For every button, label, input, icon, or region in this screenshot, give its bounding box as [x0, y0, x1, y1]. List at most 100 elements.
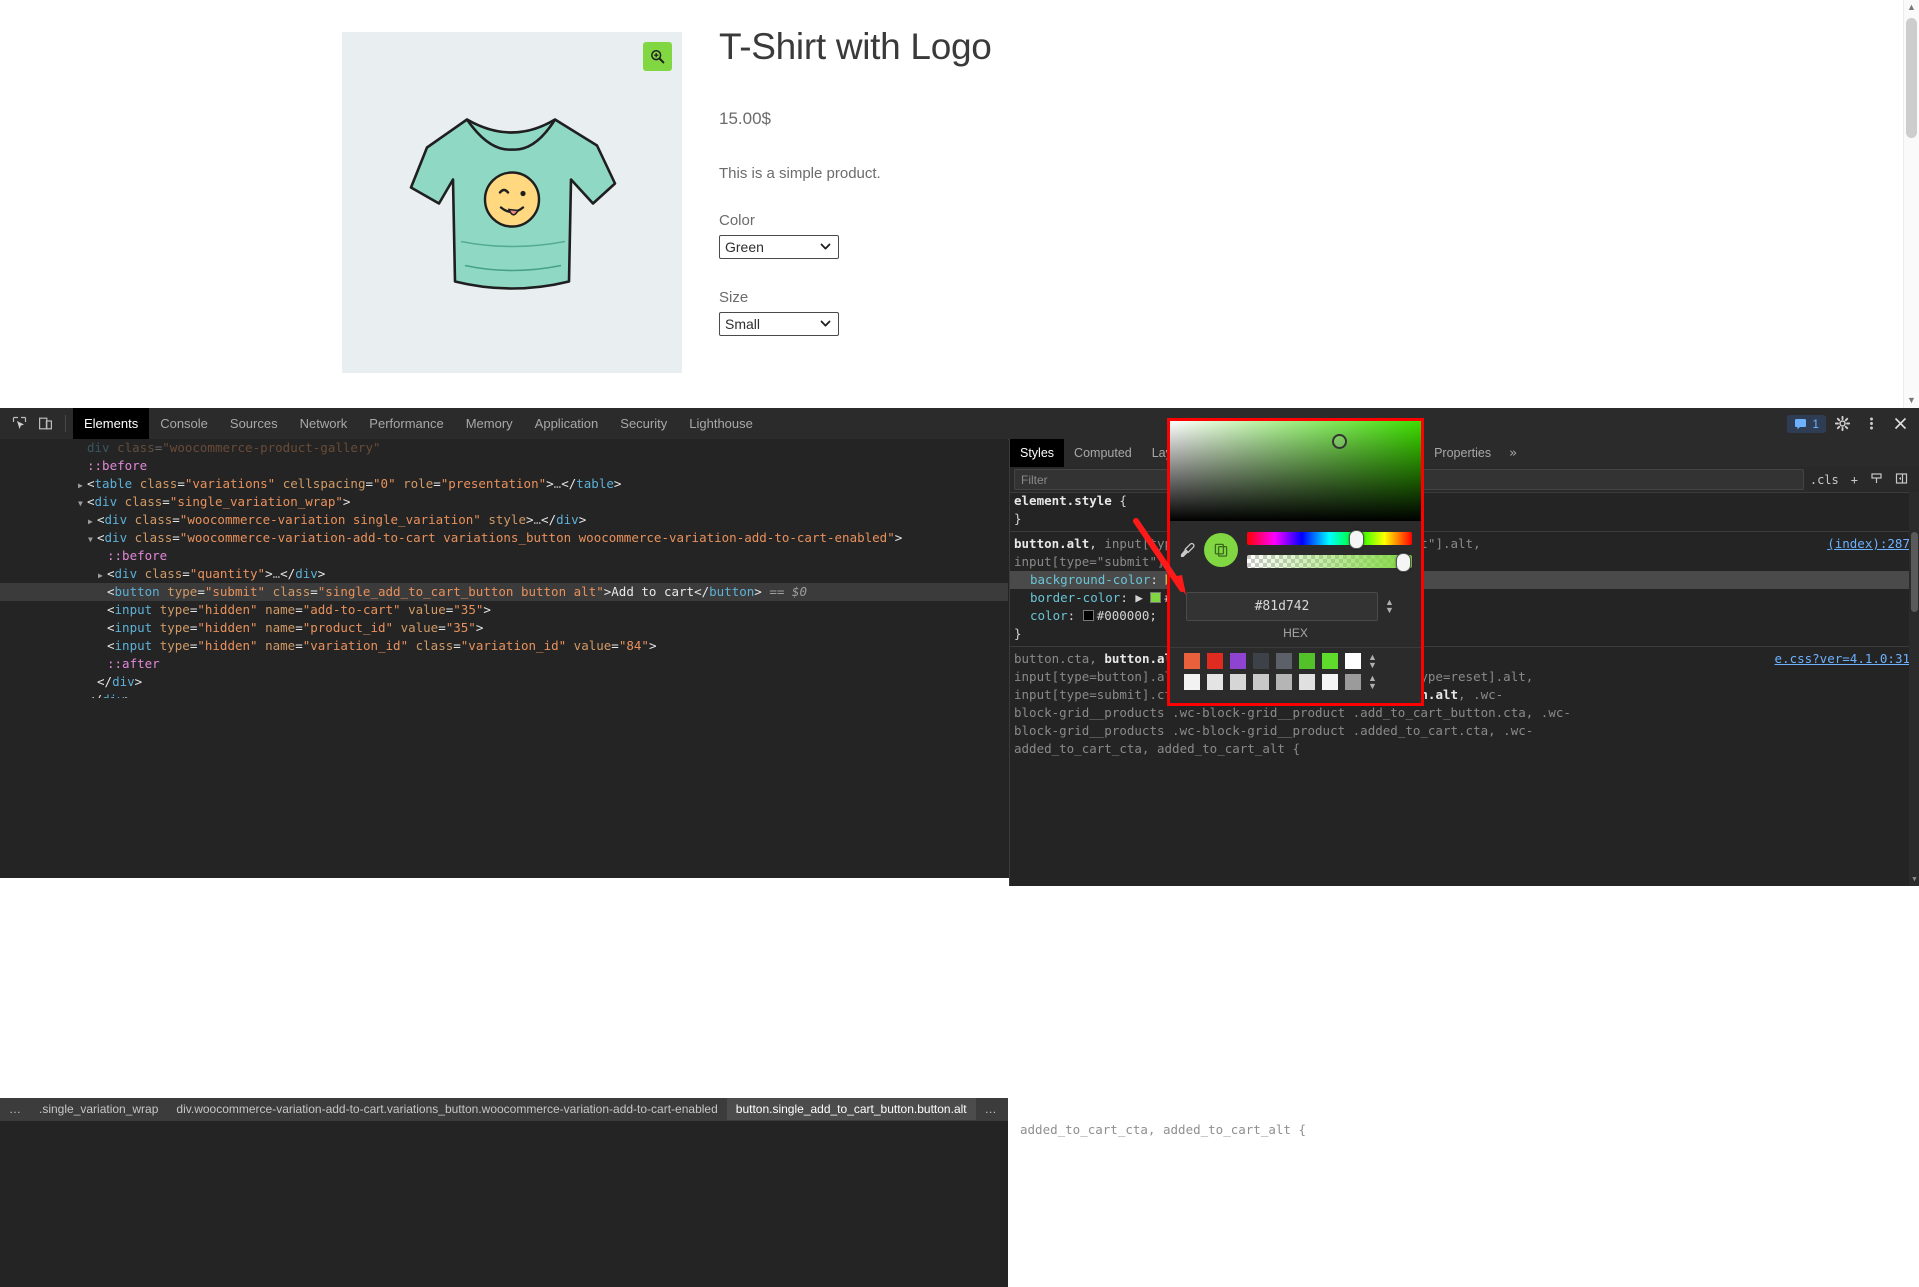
css-declaration[interactable]: background-color: #81d742;: [1010, 571, 1919, 589]
toggle-class-button[interactable]: .cls: [1804, 473, 1845, 487]
color-swatch[interactable]: [1150, 592, 1162, 603]
dom-node-row[interactable]: ::before: [0, 547, 1008, 565]
css-declaration[interactable]: input[type=button].alt, input[type=reset…: [1010, 668, 1919, 686]
palette-swatch[interactable]: [1276, 653, 1292, 669]
color-select[interactable]: Green: [719, 234, 839, 259]
styles-rules-list[interactable]: element.style {} (index):287 button.alt, i…: [1010, 492, 1919, 886]
dom-node-row[interactable]: ::after: [0, 655, 1008, 673]
toggle-device-toolbar-button[interactable]: [32, 411, 58, 437]
close-devtools-button[interactable]: [1887, 411, 1913, 437]
dom-node-row[interactable]: <input type="hidden" name="add-to-cart" …: [0, 601, 1008, 619]
tab-lighthouse[interactable]: Lighthouse: [678, 408, 764, 439]
settings-button[interactable]: [1829, 411, 1855, 437]
color-preview-swatch[interactable]: [1204, 533, 1238, 567]
eyedropper-button[interactable]: [1170, 542, 1204, 559]
inspect-element-button[interactable]: [6, 411, 32, 437]
styles-scrollbar[interactable]: [1909, 492, 1919, 886]
palette-swatch[interactable]: [1184, 653, 1200, 669]
css-declaration[interactable]: e.css?ver=4.1.0:31 button.cta, button.alt…: [1010, 650, 1919, 668]
dom-node-row[interactable]: </div>: [0, 691, 1008, 698]
palette-swatch[interactable]: [1253, 653, 1269, 669]
dom-node-row[interactable]: <input type="hidden" name="variation_id"…: [0, 637, 1008, 655]
size-select[interactable]: Small: [719, 311, 839, 336]
dom-node-row[interactable]: div class="woocommerce-product-gallery": [0, 439, 1008, 457]
dom-node-row[interactable]: <button type="submit" class="single_add_…: [0, 583, 1008, 601]
hex-input[interactable]: #81d742: [1186, 591, 1378, 621]
dom-node-row[interactable]: ▼ <div class="single_variation_wrap">: [0, 493, 1008, 511]
styles-tab-styles[interactable]: Styles: [1010, 439, 1065, 467]
dom-node-row[interactable]: ▶ <div class="woocommerce-variation singl…: [0, 511, 1008, 529]
palette-swatch[interactable]: [1207, 653, 1223, 669]
styles-tab-properties[interactable]: Properties: [1424, 439, 1501, 467]
breadcrumb-item[interactable]: button.single_add_to_cart_button.button.…: [726, 1098, 976, 1120]
page-scrollbar[interactable]: ▲ ▼: [1903, 0, 1919, 408]
palette-swatch[interactable]: [1184, 674, 1200, 690]
tab-sources[interactable]: Sources: [219, 408, 289, 439]
tab-network[interactable]: Network: [289, 408, 359, 439]
css-declaration[interactable]: color: #000000;: [1010, 607, 1919, 625]
palette-swatch[interactable]: [1207, 674, 1223, 690]
palette-swatch[interactable]: [1299, 674, 1315, 690]
hue-slider[interactable]: [1247, 530, 1412, 549]
palette-swatch[interactable]: [1299, 653, 1315, 669]
dom-node-row[interactable]: ▼ <div class="woocommerce-variation-add-t…: [0, 529, 1008, 547]
css-declaration[interactable]: added_to_cart_cta, added_to_cart_alt {: [1010, 740, 1919, 758]
palette-swatch[interactable]: [1322, 653, 1338, 669]
breadcrumb-item[interactable]: div.woocommerce-variation-add-to-cart.va…: [167, 1098, 726, 1120]
alpha-slider[interactable]: [1247, 553, 1412, 572]
expand-triangle-icon[interactable]: ▼: [88, 531, 97, 549]
zoom-image-button[interactable]: [643, 42, 672, 71]
palette-swatch[interactable]: [1230, 653, 1246, 669]
css-declaration[interactable]: }: [1010, 625, 1919, 643]
dom-tree[interactable]: div class="woocommerce-product-gallery":…: [0, 439, 1008, 698]
palette-swatch[interactable]: [1322, 674, 1338, 690]
saturation-value-field[interactable]: [1170, 421, 1421, 521]
alpha-slider-knob[interactable]: [1395, 553, 1411, 572]
dom-node-row[interactable]: ::before: [0, 457, 1008, 475]
dom-node-row[interactable]: ▶ <table class="variations" cellspacing="…: [0, 475, 1008, 493]
chevron-double-right-icon[interactable]: »: [1501, 446, 1525, 461]
page-scrollbar-thumb[interactable]: [1906, 18, 1917, 138]
palette-swatch[interactable]: [1230, 674, 1246, 690]
breadcrumb[interactable]: … .single_variation_wrap div.woocommerce-v…: [0, 1098, 1008, 1120]
styles-tab-computed[interactable]: Computed: [1064, 439, 1142, 467]
breadcrumb-item[interactable]: .single_variation_wrap: [30, 1098, 167, 1120]
color-picker-popup[interactable]: #81d742 ▲ ▼ HEX ▲ ▼ ▲ ▼: [1167, 418, 1424, 706]
scroll-up-icon[interactable]: ▲: [1904, 0, 1919, 15]
css-declaration[interactable]: input[type="submit"].alt, a.button.alt {: [1010, 553, 1919, 571]
dom-node-row[interactable]: ▶ <div class="quantity">…</div>: [0, 565, 1008, 583]
issues-badge[interactable]: 1: [1787, 414, 1826, 433]
palette-swatch[interactable]: [1345, 674, 1361, 690]
palette-spinner-icon[interactable]: ▲ ▼: [1368, 674, 1377, 691]
styles-scrollbar-thumb[interactable]: [1911, 532, 1918, 612]
more-options-button[interactable]: [1858, 411, 1884, 437]
breadcrumb-item[interactable]: …: [0, 1098, 30, 1120]
color-swatch[interactable]: [1082, 610, 1094, 621]
tab-performance[interactable]: Performance: [358, 408, 454, 439]
palette-swatch[interactable]: [1276, 674, 1292, 690]
tab-memory[interactable]: Memory: [455, 408, 524, 439]
palette-spinner-icon[interactable]: ▲ ▼: [1368, 653, 1377, 670]
css-declaration[interactable]: block-grid__products .wc-block-grid__pro…: [1010, 722, 1919, 740]
new-style-rule-button[interactable]: +: [1845, 473, 1864, 487]
palette-swatch[interactable]: [1345, 653, 1361, 669]
tab-application[interactable]: Application: [524, 408, 610, 439]
toggle-rendering-button[interactable]: [1864, 472, 1889, 488]
color-picker-cursor[interactable]: [1332, 434, 1347, 449]
styles-scroll-down-icon[interactable]: ▼: [1909, 875, 1919, 886]
format-spinner-icon[interactable]: ▲ ▼: [1385, 598, 1394, 615]
tab-console[interactable]: Console: [149, 408, 219, 439]
css-declaration[interactable]: border-color: ▶ #81d742;: [1010, 589, 1919, 607]
expand-triangle-icon[interactable]: ▼: [78, 495, 87, 513]
tab-security[interactable]: Security: [609, 408, 678, 439]
dom-node-row[interactable]: </div>: [0, 673, 1008, 691]
css-declaration[interactable]: (index):287button.alt, input[type="butto…: [1010, 535, 1919, 553]
css-declaration[interactable]: }: [1010, 510, 1919, 528]
css-declaration[interactable]: block-grid__products .wc-block-grid__pro…: [1010, 704, 1919, 722]
dom-node-row[interactable]: <input type="hidden" name="product_id" v…: [0, 619, 1008, 637]
stylesheet-source-link[interactable]: e.css?ver=4.1.0:31: [1775, 650, 1910, 668]
breadcrumb-item[interactable]: …: [976, 1098, 1006, 1120]
css-declaration[interactable]: element.style {: [1010, 492, 1919, 510]
css-declaration[interactable]: input[type=submit].cta, input[type=submi…: [1010, 686, 1919, 704]
tab-elements[interactable]: Elements: [73, 408, 150, 439]
